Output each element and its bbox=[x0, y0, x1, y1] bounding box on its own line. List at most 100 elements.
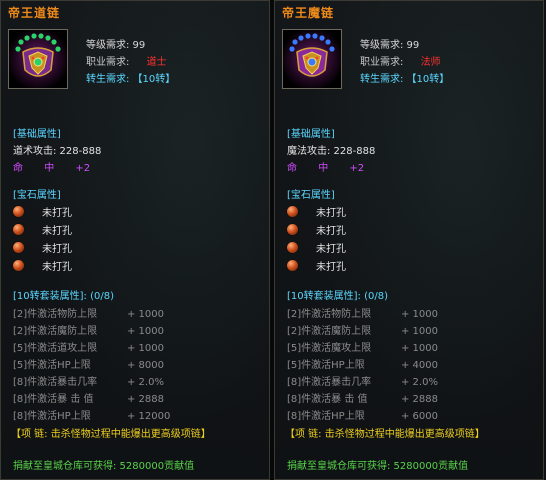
special-attribute: 命 中 +2 bbox=[287, 159, 382, 174]
special-attr-1: 命 bbox=[287, 163, 297, 174]
set-attr-name: [5]件激活HP上限 bbox=[287, 360, 365, 371]
item-name: 帝王魔链 bbox=[282, 6, 335, 20]
set-attribute-row: [5]件激活HP上限 + 4000 bbox=[287, 356, 537, 371]
set-attr-value: + 1000 bbox=[401, 309, 439, 320]
set-attr-value: + 1000 bbox=[401, 326, 439, 337]
rebirth-requirement: 转生需求: 【10转】 bbox=[360, 71, 449, 88]
necklace-note: 【项 链: 击杀怪物过程中能爆出更高级项链】 bbox=[11, 429, 211, 440]
item-icon-frame[interactable] bbox=[8, 29, 68, 89]
rebirth-requirement-text: 转生需求: 【10转】 bbox=[360, 74, 450, 85]
set-attribute-row: [2]件激活魔防上限 + 1000 bbox=[287, 322, 537, 337]
set-attributes-heading: [10转套装属性]: (0/8) bbox=[287, 291, 388, 302]
gem-attributes-heading: [宝石属性] bbox=[287, 190, 335, 201]
set-attr-value: + 6000 bbox=[401, 411, 439, 422]
set-attribute-row: [8]件激活HP上限 + 6000 bbox=[287, 407, 537, 422]
set-attr-name: [8]件激活暴 击 值 bbox=[13, 394, 94, 405]
set-attribute-row: [2]件激活魔防上限 + 1000 bbox=[13, 322, 263, 337]
set-attr-name: [8]件激活HP上限 bbox=[287, 411, 365, 422]
gem-slot[interactable]: 未打孔 bbox=[287, 204, 346, 219]
set-attr-value: + 2.0% bbox=[127, 377, 164, 388]
set-attr-value: + 1000 bbox=[127, 326, 165, 337]
special-attr-2: 中 bbox=[44, 163, 55, 174]
gem-slot[interactable]: 未打孔 bbox=[13, 222, 72, 237]
set-attribute-row: [5]件激活道攻上限 + 1000 bbox=[13, 339, 263, 354]
gem-slot-label: 未打孔 bbox=[42, 243, 72, 255]
gem-slot-label: 未打孔 bbox=[316, 225, 346, 237]
gem-slot[interactable]: 未打孔 bbox=[287, 222, 346, 237]
job-requirement-label: 职业需求: bbox=[86, 57, 130, 68]
base-attack: 道术攻击: 228-888 bbox=[13, 146, 102, 157]
set-attr-value: + 12000 bbox=[127, 411, 171, 422]
job-requirement: 职业需求: 法师 bbox=[360, 54, 441, 71]
gem-attributes-heading: [宝石属性] bbox=[13, 190, 61, 201]
gem-slot-label: 未打孔 bbox=[42, 225, 72, 237]
set-attr-name: [5]件激活魔攻上限 bbox=[287, 343, 372, 354]
item-tooltip-left: 帝王道链 等级需求: 99 职业需求: 道士 转生需求: 【10转】 [基础属性… bbox=[0, 0, 270, 480]
special-attribute: 命 中 +2 bbox=[13, 159, 108, 174]
set-attribute-row: [8]件激活HP上限 + 12000 bbox=[13, 407, 263, 422]
set-attr-name: [8]件激活暴击几率 bbox=[287, 377, 372, 388]
gem-slot-label: 未打孔 bbox=[42, 261, 72, 273]
set-attr-value: + 8000 bbox=[127, 360, 165, 371]
gem-socket-icon bbox=[287, 205, 298, 217]
set-attribute-row: [8]件激活暴 击 值 + 2888 bbox=[13, 390, 263, 405]
job-requirement-label: 职业需求: bbox=[360, 57, 404, 68]
set-attribute-row: [8]件激活暴击几率 + 2.0% bbox=[287, 373, 537, 388]
gem-socket-icon bbox=[13, 241, 24, 253]
set-attribute-row: [2]件激活物防上限 + 1000 bbox=[287, 305, 537, 320]
special-attr-3: +2 bbox=[75, 163, 91, 174]
special-attr-1: 命 bbox=[13, 163, 23, 174]
set-attr-name: [2]件激活魔防上限 bbox=[287, 326, 372, 337]
necklace-dragon-icon bbox=[9, 30, 67, 88]
gem-slot-label: 未打孔 bbox=[316, 243, 346, 255]
set-attribute-row: [2]件激活物防上限 + 1000 bbox=[13, 305, 263, 320]
set-attr-value: + 1000 bbox=[401, 343, 439, 354]
item-name: 帝王道链 bbox=[8, 6, 61, 20]
gem-socket-icon bbox=[287, 259, 298, 271]
set-attr-name: [5]件激活HP上限 bbox=[13, 360, 91, 371]
gem-socket-icon bbox=[13, 259, 24, 271]
set-attribute-row: [8]件激活暴 击 值 + 2888 bbox=[287, 390, 537, 405]
set-attr-value: + 1000 bbox=[127, 309, 165, 320]
set-attr-name: [2]件激活物防上限 bbox=[287, 309, 372, 320]
gem-slot[interactable]: 未打孔 bbox=[13, 204, 72, 219]
set-attr-name: [2]件激活物防上限 bbox=[13, 309, 98, 320]
set-attr-name: [5]件激活道攻上限 bbox=[13, 343, 98, 354]
job-requirement-value: 道士 bbox=[146, 57, 167, 68]
set-attr-value: + 4000 bbox=[401, 360, 439, 371]
item-tooltip-right: 帝王魔链 等级需求: 99 职业需求: 法师 转生需求: 【10转】 [基础属性… bbox=[274, 0, 544, 480]
set-attr-value: + 2888 bbox=[401, 394, 439, 405]
set-attribute-row: [5]件激活HP上限 + 8000 bbox=[13, 356, 263, 371]
gem-slot[interactable]: 未打孔 bbox=[13, 240, 72, 255]
set-attr-value: + 2.0% bbox=[401, 377, 438, 388]
set-attribute-row: [5]件激活魔攻上限 + 1000 bbox=[287, 339, 537, 354]
rebirth-requirement-text: 转生需求: 【10转】 bbox=[86, 74, 176, 85]
rebirth-requirement: 转生需求: 【10转】 bbox=[86, 71, 175, 88]
set-attr-value: + 1000 bbox=[127, 343, 165, 354]
set-attr-value: + 2888 bbox=[127, 394, 165, 405]
set-attr-name: [2]件激活魔防上限 bbox=[13, 326, 98, 337]
level-requirement: 等级需求: 99 bbox=[86, 40, 146, 51]
set-attr-name: [8]件激活暴击几率 bbox=[13, 377, 98, 388]
necklace-dragon-icon bbox=[283, 30, 341, 88]
gem-slot-label: 未打孔 bbox=[316, 207, 346, 219]
set-attribute-row: [8]件激活暴击几率 + 2.0% bbox=[13, 373, 263, 388]
item-icon-frame[interactable] bbox=[282, 29, 342, 89]
base-attributes-heading: [基础属性] bbox=[287, 129, 335, 140]
gem-socket-icon bbox=[13, 223, 24, 235]
job-requirement: 职业需求: 道士 bbox=[86, 54, 167, 71]
donate-text: 捐献至皇城仓库可获得: 5280000贡献值 bbox=[287, 461, 469, 472]
level-requirement: 等级需求: 99 bbox=[360, 40, 420, 51]
donate-text: 捐献至皇城仓库可获得: 5280000贡献值 bbox=[13, 461, 195, 472]
gem-slot[interactable]: 未打孔 bbox=[13, 258, 72, 273]
special-attr-3: +2 bbox=[349, 163, 365, 174]
gem-slot-label: 未打孔 bbox=[42, 207, 72, 219]
necklace-note: 【项 链: 击杀怪物过程中能爆出更高级项链】 bbox=[285, 429, 485, 440]
job-requirement-value: 法师 bbox=[420, 57, 441, 68]
set-attributes-heading: [10转套装属性]: (0/8) bbox=[13, 291, 114, 302]
gem-slot[interactable]: 未打孔 bbox=[287, 240, 346, 255]
base-attack: 魔法攻击: 228-888 bbox=[287, 146, 376, 157]
gem-socket-icon bbox=[287, 223, 298, 235]
special-attr-2: 中 bbox=[318, 163, 329, 174]
gem-slot[interactable]: 未打孔 bbox=[287, 258, 346, 273]
